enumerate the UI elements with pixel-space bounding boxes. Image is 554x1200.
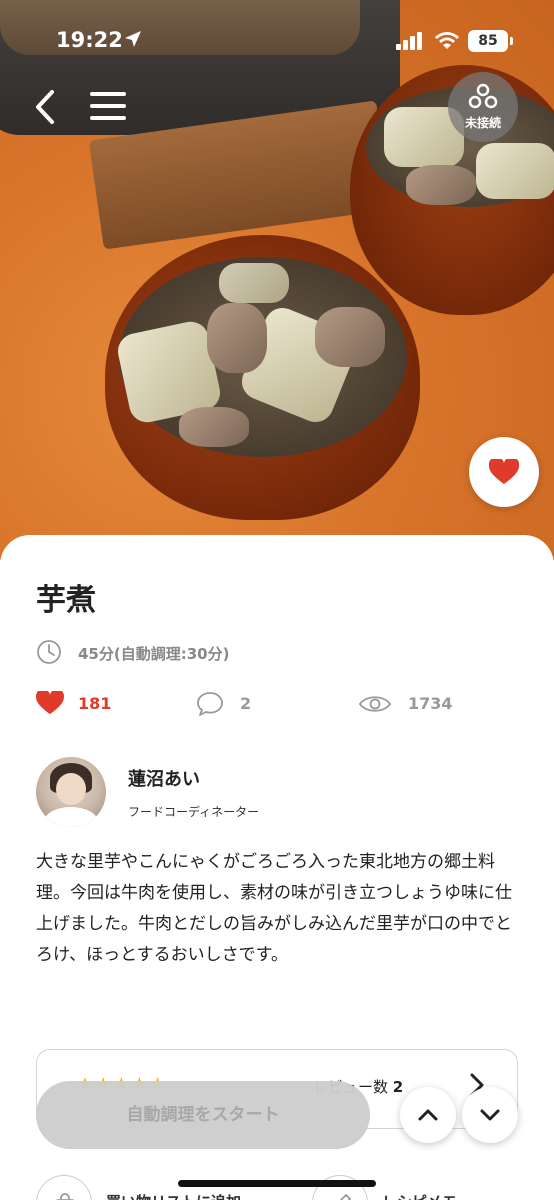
- like-count: 181: [78, 694, 112, 713]
- chevron-up-icon: [418, 1109, 438, 1121]
- author-info[interactable]: 蓮沼あい フードコーディネーター: [36, 757, 516, 829]
- clock-icon: [37, 640, 61, 664]
- avatar: [36, 757, 106, 827]
- hamburger-menu-icon[interactable]: [88, 88, 128, 124]
- review-count-value: 2: [392, 1078, 404, 1096]
- location-arrow-icon: [125, 31, 141, 47]
- status-time: 19:22: [56, 28, 123, 52]
- chevron-down-icon: [480, 1109, 500, 1121]
- cook-time: 45分(自動調理:30分): [78, 645, 230, 663]
- memo-label: レシピメモ: [382, 1191, 457, 1200]
- shopping-bag-icon: [55, 1193, 75, 1200]
- author-name: 蓮沼あい: [128, 769, 200, 790]
- heart-icon: [36, 691, 64, 715]
- battery-indicator: 85: [468, 30, 513, 52]
- scroll-down-button[interactable]: [462, 1087, 518, 1143]
- device-connection-button[interactable]: 未接続: [448, 72, 518, 142]
- scroll-up-button[interactable]: [400, 1087, 456, 1143]
- author-role: フードコーディネーター: [128, 805, 260, 819]
- back-chevron-icon[interactable]: [28, 86, 64, 128]
- gears-icon: [468, 83, 498, 109]
- recipe-description: 大きな里芋やこんにゃくがごろごろ入った東北地方の郷土料理。今回は牛肉を使用し、素…: [36, 852, 512, 965]
- front-bowl: [105, 235, 420, 520]
- recipe-detail-sheet: 芋煮 45分(自動調理:30分) 181 2 1734 蓮沼あい フードコーディ…: [0, 535, 554, 1200]
- device-status-label: 未接続: [464, 116, 501, 130]
- view-count-value: 1734: [408, 694, 453, 713]
- status-bar: 19:22 85: [0, 0, 554, 80]
- heart-icon: [489, 459, 519, 484]
- comment-count: 2: [240, 694, 252, 713]
- pencil-icon: [339, 1194, 351, 1200]
- start-auto-cook-button[interactable]: 自動調理をスタート: [36, 1081, 370, 1149]
- recipe-title: 芋煮: [36, 583, 96, 618]
- wifi-icon: [435, 32, 459, 49]
- eye-icon: [358, 696, 392, 712]
- speech-bubble-icon: [197, 692, 223, 716]
- recipe-stats: 181 2 1734: [36, 689, 526, 719]
- favorite-button[interactable]: [469, 437, 539, 507]
- shopping-list-label: 買い物リストに追加: [106, 1191, 241, 1200]
- bottom-actions: 買い物リストに追加 レシピメモ: [0, 1175, 554, 1200]
- cellular-signal-icon: [396, 32, 422, 50]
- home-indicator[interactable]: [178, 1180, 376, 1187]
